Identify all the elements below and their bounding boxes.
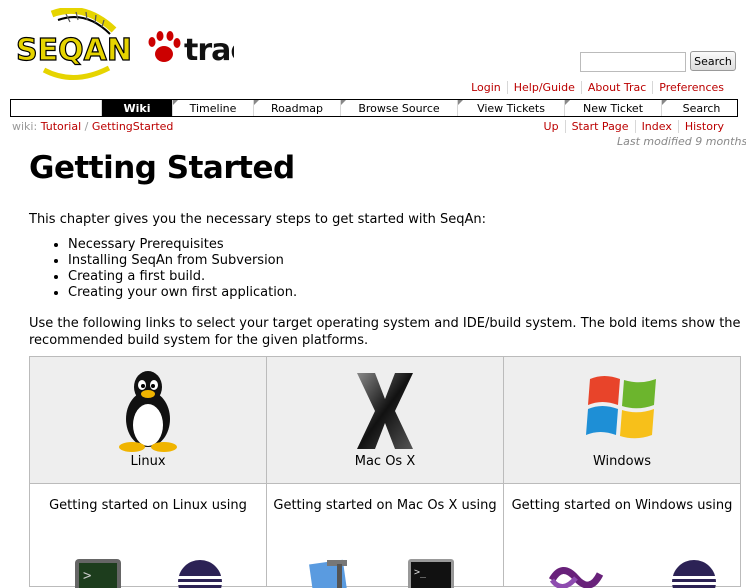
macos-getting-started-text: Getting started on Mac Os X using xyxy=(273,498,497,513)
visual-studio-icon[interactable] xyxy=(548,558,604,588)
meta-nav: Login Help/Guide About Trac Preferences xyxy=(465,81,730,94)
os-table: Linux Mac Os X Windows Getting started o… xyxy=(29,356,741,588)
linux-cell: Linux xyxy=(29,356,267,484)
svg-text:>: > xyxy=(83,568,91,584)
svg-text:trac: trac xyxy=(184,33,234,68)
intro-text: This chapter gives you the necessary ste… xyxy=(29,212,486,227)
last-modified[interactable]: Last modified 9 months a xyxy=(617,135,746,148)
windows-label[interactable]: Windows xyxy=(504,454,740,469)
page-title: Getting Started xyxy=(29,150,295,186)
tab-wiki[interactable]: Wiki xyxy=(101,100,172,116)
windows-getting-started-text: Getting started on Windows using xyxy=(511,498,733,513)
breadcrumb: wiki: Tutorial / GettingStarted xyxy=(12,120,173,133)
mac-os-x-label[interactable]: Mac Os X xyxy=(267,454,503,469)
linux-getting-started-text: Getting started on Linux using xyxy=(49,498,247,513)
linux-label[interactable]: Linux xyxy=(30,454,266,469)
tux-icon xyxy=(119,371,177,452)
windows-cell: Windows xyxy=(503,356,741,484)
breadcrumb-gettingstarted[interactable]: GettingStarted xyxy=(92,120,174,133)
index-link[interactable]: Index xyxy=(634,120,678,133)
tab-new-ticket[interactable]: New Ticket xyxy=(564,100,661,116)
login-link[interactable]: Login xyxy=(465,81,507,94)
macos-getting-started-cell: Getting started on Mac Os X using >_ xyxy=(266,483,504,588)
links-paragraph: Use the following links to select your t… xyxy=(29,316,741,348)
svg-text:SEQAN: SEQAN xyxy=(16,33,132,68)
svg-text:>_: >_ xyxy=(414,567,427,578)
start-page-link[interactable]: Start Page xyxy=(564,120,635,133)
list-item: Creating a first build. xyxy=(68,269,746,285)
list-item: Necessary Prerequisites xyxy=(68,237,746,253)
eclipse-icon[interactable] xyxy=(176,558,224,588)
xcode-icon[interactable] xyxy=(307,558,355,588)
breadcrumb-separator: / xyxy=(84,120,89,133)
windows-logo-icon xyxy=(586,376,656,439)
eclipse-icon[interactable] xyxy=(670,558,718,588)
wiki-content: Getting Started This chapter gives you t… xyxy=(29,150,746,349)
tab-view-tickets[interactable]: View Tickets xyxy=(457,100,564,116)
up-link[interactable]: Up xyxy=(538,120,565,133)
mac-os-x-icon xyxy=(357,373,413,449)
windows-getting-started-cell: Getting started on Windows using xyxy=(503,483,741,588)
help-guide-link[interactable]: Help/Guide xyxy=(506,81,581,94)
about-trac-link[interactable]: About Trac xyxy=(580,81,652,94)
breadcrumb-tutorial[interactable]: Tutorial xyxy=(41,120,81,133)
search-button[interactable]: Search xyxy=(690,51,736,71)
preferences-link[interactable]: Preferences xyxy=(652,81,730,94)
list-item: Creating your own first application. xyxy=(68,285,746,301)
terminal-icon[interactable]: >_ xyxy=(407,558,455,588)
main-nav: Wiki Timeline Roadmap Browse Source View… xyxy=(10,99,738,117)
tab-search[interactable]: Search xyxy=(661,100,741,116)
history-link[interactable]: History xyxy=(677,120,730,133)
tab-timeline[interactable]: Timeline xyxy=(172,100,253,116)
tab-roadmap[interactable]: Roadmap xyxy=(253,100,340,116)
context-nav: Up Start Page Index History xyxy=(538,120,730,133)
breadcrumb-prefix: wiki: xyxy=(12,120,38,133)
seqan-trac-logo[interactable]: SEQAN trac xyxy=(14,8,234,88)
macos-cell: Mac Os X xyxy=(266,356,504,484)
linux-getting-started-cell: Getting started on Linux using > xyxy=(29,483,267,588)
tab-browse-source[interactable]: Browse Source xyxy=(340,100,457,116)
list-item: Installing SeqAn from Subversion xyxy=(68,253,746,269)
steps-list: Necessary Prerequisites Installing SeqAn… xyxy=(29,237,746,301)
search-input[interactable] xyxy=(580,52,686,72)
terminal-icon[interactable]: > xyxy=(74,558,122,588)
